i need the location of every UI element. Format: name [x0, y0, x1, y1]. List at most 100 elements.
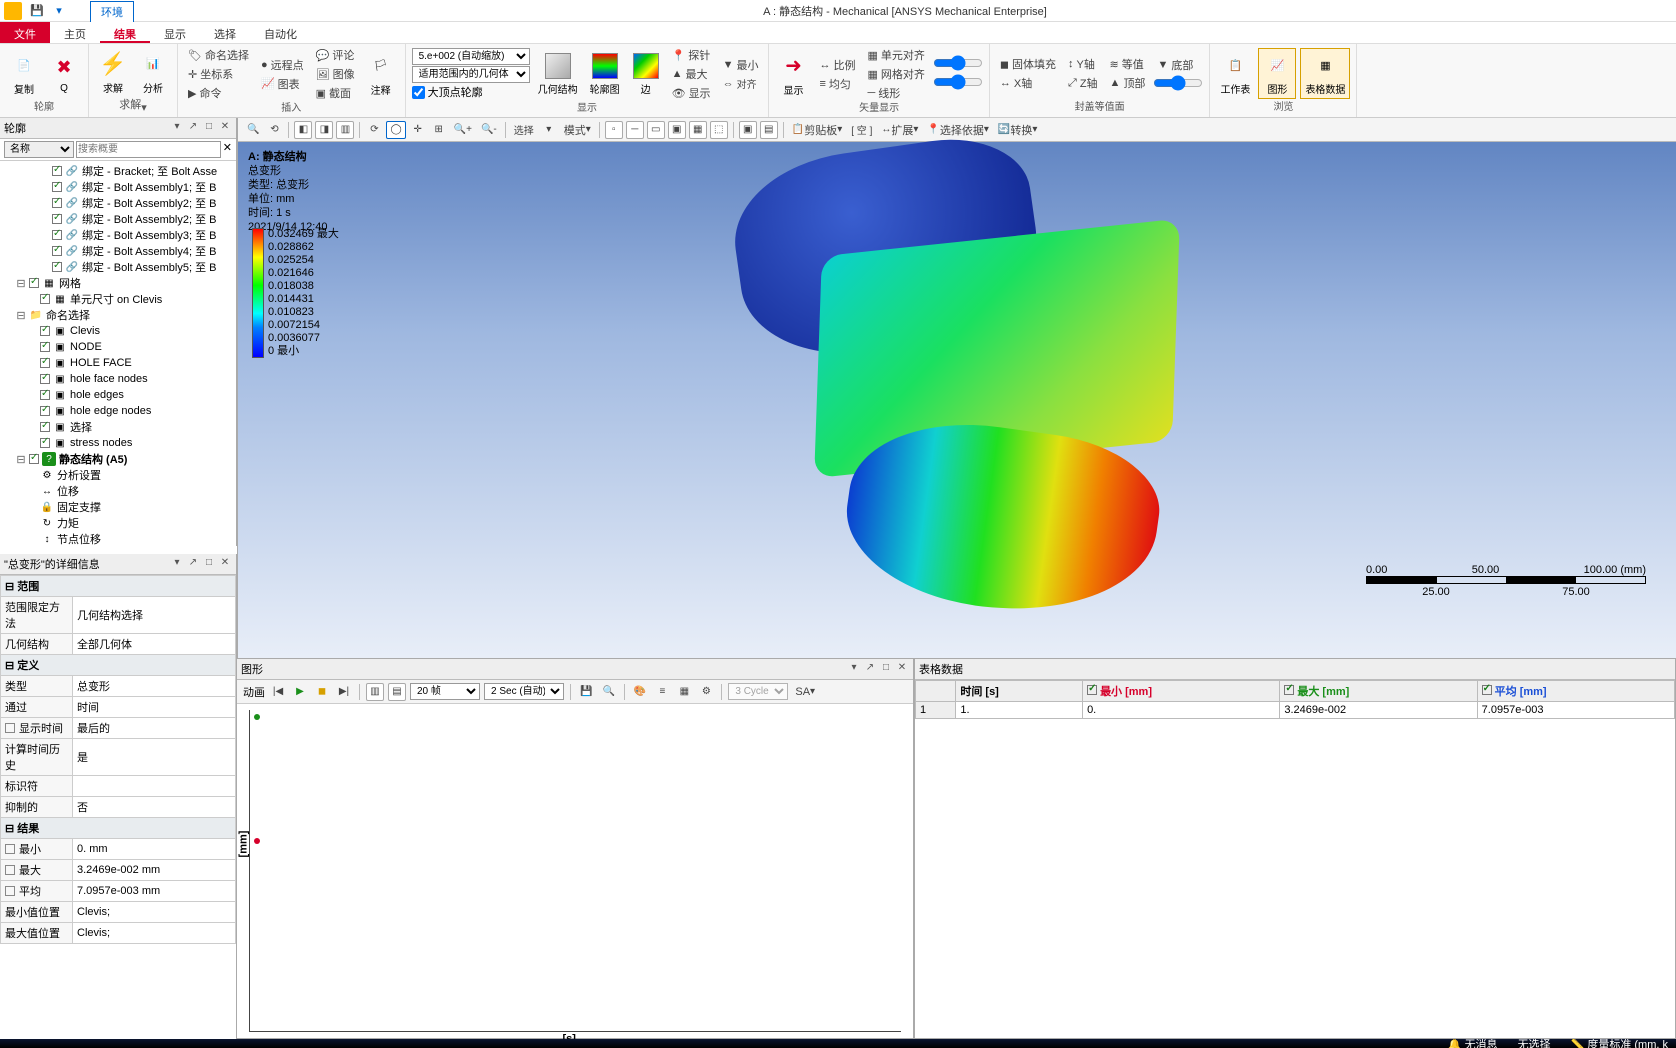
qat-dropdown-icon[interactable]: ▾ [48, 1, 70, 21]
tree-item-moment[interactable]: ↻力矩 [16, 515, 236, 531]
view-icon[interactable]: ▥ [336, 121, 354, 139]
details-grid[interactable]: ⊟ 范围 范围限定方法几何结构选择 几何结构全部几何体 ⊟ 定义 类型总变形 通… [0, 575, 236, 1039]
sel-vertex-icon[interactable]: ▫ [605, 121, 623, 139]
details-row[interactable]: 最小0. mm [1, 839, 236, 860]
cell-align-button[interactable]: ▦单元对齐 [863, 46, 928, 64]
details-row[interactable]: 类型总变形 [1, 676, 236, 697]
y-axis-button[interactable]: ↕Y轴 [1064, 55, 1102, 73]
details-group-results[interactable]: ⊟ 结果 [1, 818, 236, 839]
options-icon[interactable]: ⚙ [697, 683, 715, 701]
vector-show-button[interactable]: ➜显示 [775, 50, 811, 99]
tab-automation[interactable]: 自动化 [250, 22, 311, 43]
tree-item-fixed-support[interactable]: 🔒固定支撑 [16, 499, 236, 515]
named-selection-button[interactable]: 🏷命名选择 [184, 46, 253, 64]
tree-item-ns-holeedges[interactable]: ▣hole edges [16, 387, 236, 403]
remote-pt-button[interactable]: ●远程点 [257, 56, 308, 74]
sel-fe-icon[interactable]: ▣ [739, 121, 757, 139]
sel-node-icon[interactable]: ▦ [689, 121, 707, 139]
export-icon[interactable]: 💾 [577, 683, 595, 701]
chart-button[interactable]: 📈图表 [257, 75, 308, 93]
search-clear-icon[interactable]: ✕ [223, 141, 232, 158]
solve-button[interactable]: ⚡ 求解 [95, 48, 131, 97]
tree-item-contact-5[interactable]: 🔗绑定 - Bolt Assembly4; 至 B [16, 243, 236, 259]
zoom-fit-icon[interactable]: 🔍 [244, 121, 262, 139]
tree-item-ns-node[interactable]: ▣NODE [16, 339, 236, 355]
clipboard-button[interactable]: 📋 剪贴板 ▾ [789, 121, 845, 139]
contour-button[interactable]: 轮廓图 [586, 51, 624, 98]
details-row[interactable]: 标识符 [1, 776, 236, 797]
anim-stop-icon[interactable]: ◼ [313, 683, 331, 701]
context-tab-environment[interactable]: 环境 [90, 1, 134, 22]
undock-icon[interactable]: ↗ [186, 121, 200, 135]
undock-icon[interactable]: ↗ [863, 662, 877, 676]
align-button[interactable]: ⇔对齐 [719, 75, 763, 92]
tree-item-analysis-settings[interactable]: ⚙分析设置 [16, 467, 236, 483]
select-label[interactable]: 选择 [511, 121, 537, 139]
pin-icon[interactable]: □ [202, 121, 216, 135]
view-icon[interactable]: ◨ [315, 121, 333, 139]
duration-select[interactable]: 2 Sec (自动) [484, 683, 564, 700]
iso-button[interactable]: ≋等值 [1106, 55, 1150, 73]
details-row[interactable]: 范围限定方法几何结构选择 [1, 597, 236, 634]
geometry-button[interactable]: 几何结构 [534, 51, 582, 98]
pin-icon[interactable]: □ [202, 557, 216, 571]
anim-first-icon[interactable]: |◀ [269, 683, 287, 701]
sa-button[interactable]: SA ▾ [792, 683, 818, 701]
close-icon[interactable]: ✕ [218, 557, 232, 571]
zoom-icon[interactable]: ✛ [409, 121, 427, 139]
copy-button[interactable]: 📄 复制 [6, 49, 42, 98]
tree-item-contact-0[interactable]: 🔗绑定 - Bracket; 至 Bolt Asse [16, 163, 236, 179]
tree-item-contact-4[interactable]: 🔗绑定 - Bolt Assembly3; 至 B [16, 227, 236, 243]
show-button[interactable]: 👁显示 [668, 84, 715, 102]
mode-button[interactable]: 模式 ▾ [561, 121, 594, 139]
top-button[interactable]: ▲顶部 [1106, 74, 1150, 92]
zoom-in-icon[interactable]: 🔍+ [451, 121, 475, 139]
outline-tree[interactable]: 🔗绑定 - Bracket; 至 Bolt Asse 🔗绑定 - Bolt As… [0, 161, 236, 546]
graphics-view[interactable]: 🔍 ⟲ ◧ ◨ ▥ ⟳ ◯ ✛ ⊞ 🔍+ 🔍- 选择 ▾ 模式 ▾ ▫ ─ ▭ … [237, 118, 1676, 658]
sel-edge-icon[interactable]: ─ [626, 121, 644, 139]
tree-item-ns-holeedgenodes[interactable]: ▣hole edge nodes [16, 403, 236, 419]
min-button[interactable]: ▼最小 [719, 56, 763, 74]
th-max[interactable]: 最大 [mm] [1280, 681, 1477, 702]
line-style-button[interactable]: ─线形 [863, 84, 928, 102]
cmd-button[interactable]: ▶命令 [184, 84, 253, 102]
z-axis-button[interactable]: ⤢Z轴 [1064, 74, 1102, 92]
filter-type-select[interactable]: 名称 [4, 141, 74, 158]
tab-results[interactable]: 结果 [100, 22, 150, 43]
tree-item-sizing[interactable]: ▦单元尺寸 on Clevis [16, 291, 236, 307]
details-row[interactable]: 显示时间最后的 [1, 718, 236, 739]
tree-item-contact-1[interactable]: 🔗绑定 - Bolt Assembly1; 至 B [16, 179, 236, 195]
scale-select[interactable]: 5.e+002 (自动缩放) [412, 48, 530, 65]
tree-item-contact-3[interactable]: 🔗绑定 - Bolt Assembly2; 至 B [16, 211, 236, 227]
legend-icon[interactable]: ≡ [653, 683, 671, 701]
anim-last-icon[interactable]: ▶| [335, 683, 353, 701]
comment-button[interactable]: 💬评论 [312, 46, 359, 64]
tree-item-named-sel[interactable]: ⊟📁命名选择 [16, 307, 236, 323]
details-row[interactable]: 最大值位置Clevis; [1, 923, 236, 944]
th-min[interactable]: 最小 [mm] [1083, 681, 1280, 702]
search-input[interactable] [76, 141, 221, 158]
details-group-scope[interactable]: ⊟ 范围 [1, 576, 236, 597]
tab-display[interactable]: 显示 [150, 22, 200, 43]
pin-icon[interactable]: □ [879, 662, 893, 676]
details-row[interactable]: 几何结构全部几何体 [1, 634, 236, 655]
vector-slider-1[interactable] [933, 55, 983, 71]
graphics-button[interactable]: 📈图形 [1258, 48, 1296, 99]
tree-item-static[interactable]: ⊟?静态结构 (A5) [16, 451, 236, 467]
zoom-out-icon[interactable]: 🔍- [478, 121, 500, 139]
tree-item-contact-6[interactable]: 🔗绑定 - Bolt Assembly5; 至 B [16, 259, 236, 275]
graph-plot[interactable]: [mm] [s] [249, 710, 901, 1032]
image-button[interactable]: 🖼图像 [312, 65, 359, 83]
details-row[interactable]: 最小值位置Clevis; [1, 902, 236, 923]
vector-slider-2[interactable] [933, 74, 983, 90]
sel-body-icon[interactable]: ▣ [668, 121, 686, 139]
frames-select[interactable]: 20 帧 [410, 683, 480, 700]
tab-home[interactable]: 主页 [50, 22, 100, 43]
details-row[interactable]: 通过时间 [1, 697, 236, 718]
anim-mode2-icon[interactable]: ▤ [388, 683, 406, 701]
tree-item-ns-holeface[interactable]: ▣HOLE FACE [16, 355, 236, 371]
dropdown-icon[interactable]: ▾ [847, 662, 861, 676]
sel-fe2-icon[interactable]: ▤ [760, 121, 778, 139]
rotate-icon[interactable]: ⟳ [365, 121, 383, 139]
tree-item-contact-uncommented-2[interactable]: 🔗绑定 - Bolt Assembly2; 至 B [16, 195, 236, 211]
